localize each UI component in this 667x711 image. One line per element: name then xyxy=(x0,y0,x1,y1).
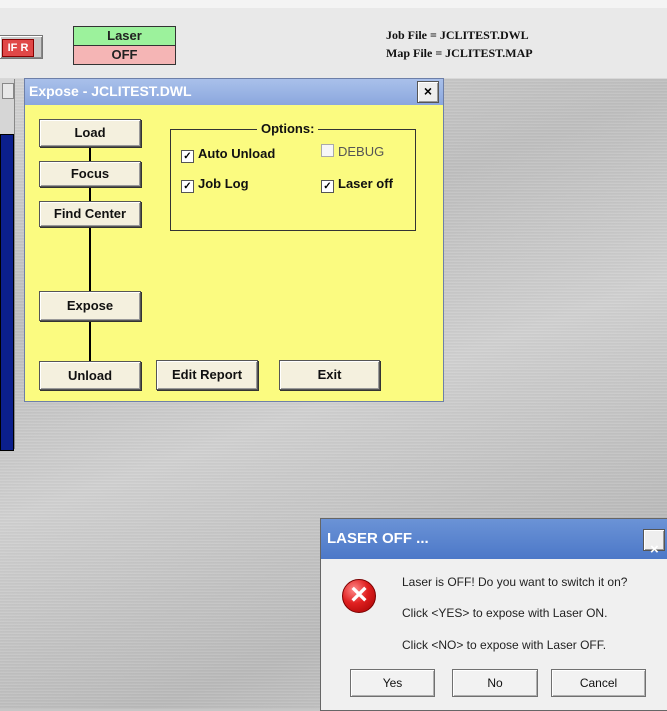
ifr-label: IF R xyxy=(2,39,34,57)
flow-connector xyxy=(89,145,91,161)
laser-dialog-message-3: Click <NO> to expose with Laser OFF. xyxy=(402,638,607,652)
auto-unload-checkbox[interactable]: ✓ Auto Unload xyxy=(181,146,275,163)
checkmark-icon: ✓ xyxy=(321,180,334,193)
load-button[interactable]: Load xyxy=(39,119,141,147)
flow-connector xyxy=(89,185,91,201)
no-button[interactable]: No xyxy=(452,669,538,697)
checkbox-empty-icon xyxy=(321,144,334,157)
debug-label: DEBUG xyxy=(338,144,385,159)
laser-off-dialog: LASER OFF ... × Laser is OFF! Do you wan… xyxy=(320,518,667,711)
expose-window: Expose - JCLITEST.DWL × Load Focus Find … xyxy=(24,78,444,402)
close-icon: × xyxy=(423,83,433,99)
laser-status-indicator: Laser OFF xyxy=(73,26,176,65)
checkmark-icon: ✓ xyxy=(181,150,194,163)
panel-handle[interactable] xyxy=(2,83,14,99)
laser-off-label: Laser off xyxy=(338,176,393,191)
checkmark-icon: ✓ xyxy=(181,180,194,193)
file-info: Job File = JCLITEST.DWL Map File = JCLIT… xyxy=(386,26,636,62)
expose-button[interactable]: Expose xyxy=(39,291,141,321)
job-log-label: Job Log xyxy=(198,176,249,191)
cancel-button[interactable]: Cancel xyxy=(551,669,646,697)
close-icon: × xyxy=(650,541,659,558)
debug-checkbox[interactable]: DEBUG xyxy=(321,144,384,159)
blue-panel-area xyxy=(0,134,14,451)
error-icon xyxy=(342,576,376,614)
top-toolbar: IF R Laser OFF Job File = JCLITEST.DWL M… xyxy=(0,0,667,79)
top-strip xyxy=(0,0,667,8)
yes-button[interactable]: Yes xyxy=(350,669,435,697)
laser-dialog-title: LASER OFF ... xyxy=(327,530,429,547)
ifr-button[interactable]: IF R xyxy=(0,35,43,59)
laser-label: Laser xyxy=(74,27,175,46)
left-side-panel xyxy=(0,79,15,451)
expose-titlebar[interactable]: Expose - JCLITEST.DWL × xyxy=(25,79,443,105)
laser-state: OFF xyxy=(74,46,175,64)
flow-connector xyxy=(89,225,91,291)
unload-button[interactable]: Unload xyxy=(39,361,141,390)
laser-dialog-titlebar[interactable]: LASER OFF ... × xyxy=(321,519,667,559)
laser-dialog-close-button[interactable]: × xyxy=(643,529,665,558)
expose-title: Expose - JCLITEST.DWL xyxy=(29,83,192,99)
exit-button[interactable]: Exit xyxy=(279,360,380,390)
map-file-label: Map File = JCLITEST.MAP xyxy=(386,46,533,60)
expose-close-button[interactable]: × xyxy=(417,81,439,103)
laser-dialog-message-2: Click <YES> to expose with Laser ON. xyxy=(402,606,608,620)
options-group: Options: ✓ Auto Unload DEBUG ✓ Job Log ✓ La… xyxy=(170,121,416,231)
laser-dialog-message-1: Laser is OFF! Do you want to switch it o… xyxy=(402,575,628,589)
focus-button[interactable]: Focus xyxy=(39,161,141,187)
laser-off-checkbox[interactable]: ✓ Laser off xyxy=(321,176,393,193)
options-legend: Options: xyxy=(257,121,319,136)
edit-report-button[interactable]: Edit Report xyxy=(156,360,258,390)
find-center-button[interactable]: Find Center xyxy=(39,201,141,227)
auto-unload-label: Auto Unload xyxy=(198,146,276,161)
job-log-checkbox[interactable]: ✓ Job Log xyxy=(181,176,249,193)
job-file-label: Job File = JCLITEST.DWL xyxy=(386,28,529,42)
flow-connector xyxy=(89,319,91,361)
